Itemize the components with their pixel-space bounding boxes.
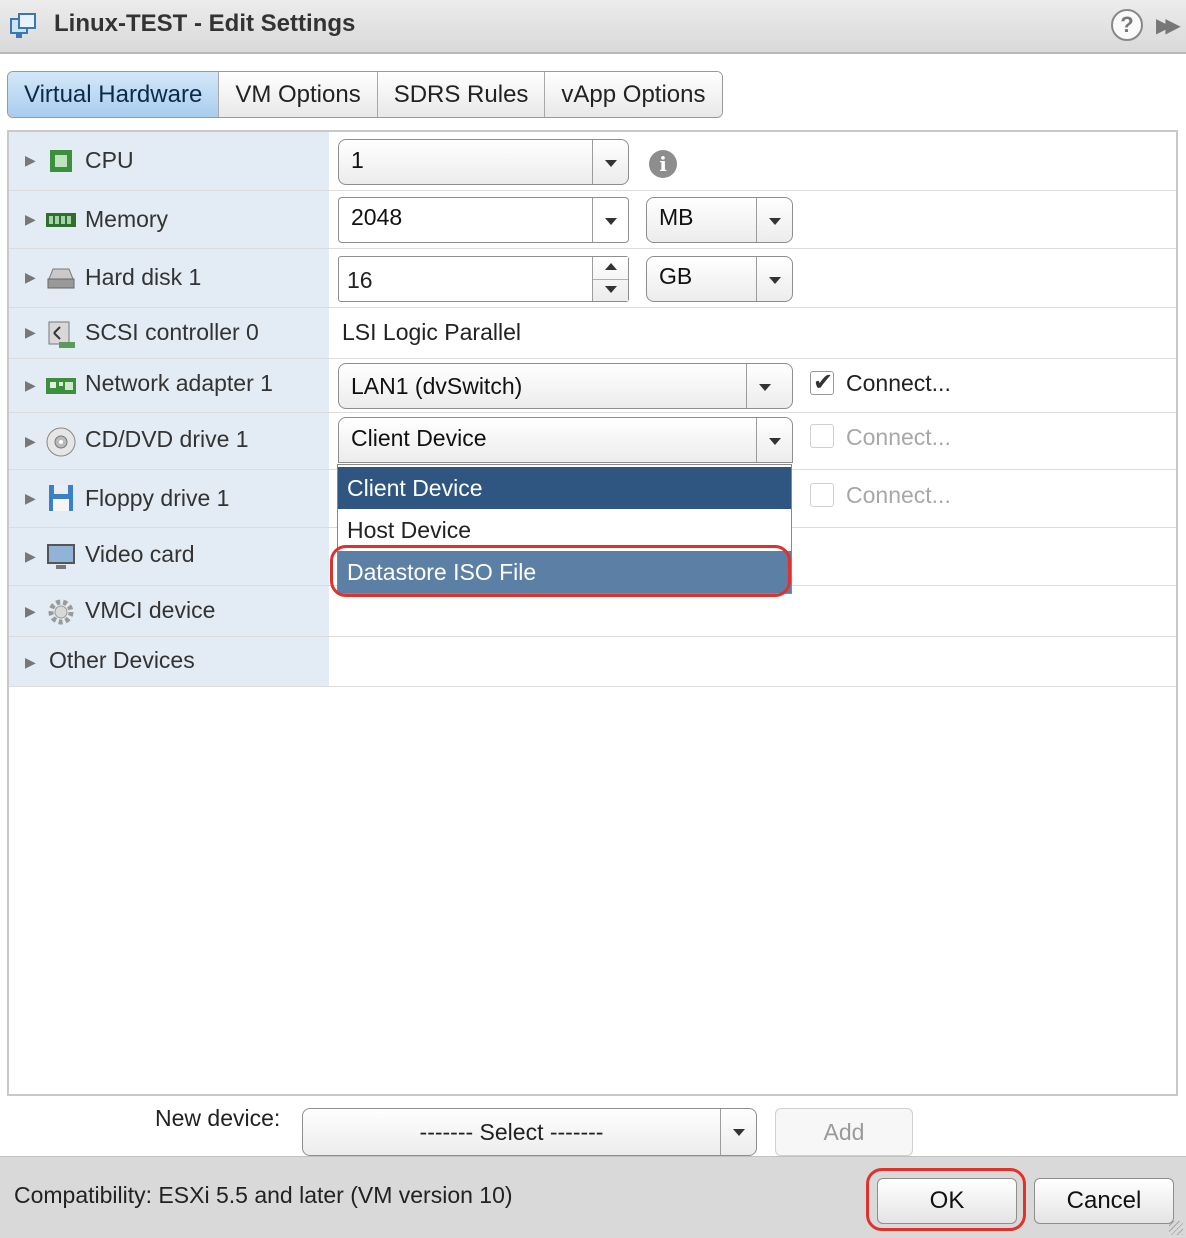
window-title: Linux-TEST - Edit Settings <box>54 10 356 37</box>
chevron-down-icon[interactable] <box>720 1109 756 1155</box>
scsi-type-value: LSI Logic Parallel <box>342 319 521 345</box>
cdrom-connect-checkbox[interactable] <box>810 424 834 448</box>
device-row-other: ▶ Other Devices <box>9 637 1176 687</box>
expand-arrow-icon[interactable]: ▶ <box>25 548 36 565</box>
chevron-down-icon[interactable] <box>592 140 628 184</box>
network-adapter-icon <box>46 378 76 394</box>
expand-arrow-icon[interactable]: ▶ <box>25 490 36 507</box>
cdrom-connect-label: Connect... <box>846 424 951 450</box>
device-row-memory: ▶ Memory 2048 MB <box>9 191 1176 249</box>
disk-size-stepper[interactable]: 16 <box>338 256 629 302</box>
memory-unit-select[interactable]: MB <box>646 197 793 243</box>
expand-arrow-icon[interactable]: ▶ <box>25 433 36 450</box>
cancel-button[interactable]: Cancel <box>1034 1178 1174 1224</box>
tab-vm-options[interactable]: VM Options <box>219 72 378 117</box>
network-connect-checkbox[interactable] <box>810 368 834 396</box>
vm-icon <box>10 13 36 38</box>
chevron-down-icon[interactable] <box>592 198 628 242</box>
compatibility-text: Compatibility: ESXi 5.5 and later (VM ve… <box>14 1182 513 1208</box>
title-bar: Linux-TEST - Edit Settings ? ▶▶ <box>0 0 1186 54</box>
device-row-cpu: ▶ CPU 1 i <box>9 132 1176 191</box>
device-label-cdrom: CD/DVD drive 1 <box>85 426 249 452</box>
chevron-down-icon[interactable] <box>746 364 792 408</box>
menu-item-client-device[interactable]: Client Device <box>338 467 791 509</box>
highlight-datastore-iso <box>330 545 791 597</box>
network-connect-label: Connect... <box>846 370 951 396</box>
hardware-panel: ▶ CPU 1 i ▶ Memory 2048 MB ▶ Hard disk 1… <box>7 130 1178 1096</box>
tab-bar: Virtual Hardware VM Options SDRS Rules v… <box>7 71 723 118</box>
new-device-label: New device: <box>155 1105 281 1131</box>
chevron-down-icon[interactable] <box>756 257 792 301</box>
cd-dvd-icon <box>46 427 76 457</box>
add-device-button[interactable]: Add <box>775 1108 913 1156</box>
device-label-other: Other Devices <box>49 647 195 673</box>
resize-grip-icon[interactable] <box>1169 1221 1183 1235</box>
device-label-video: Video card <box>85 541 195 567</box>
memory-size-input[interactable]: 2048 <box>338 197 629 243</box>
help-icon[interactable]: ? <box>1111 9 1143 41</box>
tab-virtual-hardware[interactable]: Virtual Hardware <box>8 72 220 117</box>
disk-unit-select[interactable]: GB <box>646 256 793 302</box>
gear-icon <box>48 599 74 625</box>
scsi-controller-icon <box>48 321 75 348</box>
highlight-ok-button <box>866 1168 1026 1231</box>
device-label-vmci: VMCI device <box>85 597 216 623</box>
device-row-scsi: ▶ SCSI controller 0 LSI Logic Parallel <box>9 308 1176 359</box>
device-label-scsi: SCSI controller 0 <box>85 319 259 345</box>
chevron-down-icon[interactable] <box>756 418 792 462</box>
expand-arrow-icon[interactable]: ▶ <box>25 603 36 620</box>
monitor-icon <box>47 544 75 569</box>
tab-vapp-options[interactable]: vApp Options <box>545 72 722 117</box>
chevron-down-icon[interactable] <box>756 198 792 242</box>
device-label-network: Network adapter 1 <box>85 370 273 396</box>
device-row-network: ▶ Network adapter 1 LAN1 (dvSwitch) Conn… <box>9 359 1176 413</box>
floppy-connect-checkbox[interactable] <box>810 483 834 507</box>
cpu-icon <box>50 150 72 172</box>
memory-icon <box>46 213 76 227</box>
spin-up-icon[interactable] <box>605 263 617 270</box>
expand-icon[interactable]: ▶▶ <box>1156 13 1181 38</box>
device-row-hard-disk: ▶ Hard disk 1 16 GB <box>9 249 1176 308</box>
spin-down-icon[interactable] <box>605 286 617 293</box>
device-label-floppy: Floppy drive 1 <box>85 485 230 511</box>
tab-sdrs-rules[interactable]: SDRS Rules <box>377 72 546 117</box>
info-icon[interactable]: i <box>649 150 677 178</box>
device-label-cpu: CPU <box>85 147 134 173</box>
cdrom-type-select[interactable]: Client Device <box>338 417 793 463</box>
expand-arrow-icon[interactable]: ▶ <box>25 654 36 671</box>
cpu-count-select[interactable]: 1 <box>338 139 629 185</box>
expand-arrow-icon[interactable]: ▶ <box>25 269 36 286</box>
hard-disk-icon <box>47 268 75 289</box>
expand-arrow-icon[interactable]: ▶ <box>25 324 36 341</box>
expand-arrow-icon[interactable]: ▶ <box>25 377 36 394</box>
new-device-select[interactable]: ------- Select ------- <box>302 1108 757 1156</box>
network-select[interactable]: LAN1 (dvSwitch) <box>338 363 793 409</box>
expand-arrow-icon[interactable]: ▶ <box>25 152 36 169</box>
expand-arrow-icon[interactable]: ▶ <box>25 211 36 228</box>
floppy-icon <box>49 485 73 511</box>
device-label-memory: Memory <box>85 206 169 232</box>
device-label-hard-disk: Hard disk 1 <box>85 264 202 290</box>
floppy-connect-label: Connect... <box>846 482 951 508</box>
device-row-cdrom: ▶ CD/DVD drive 1 Client Device Connect..… <box>9 413 1176 470</box>
